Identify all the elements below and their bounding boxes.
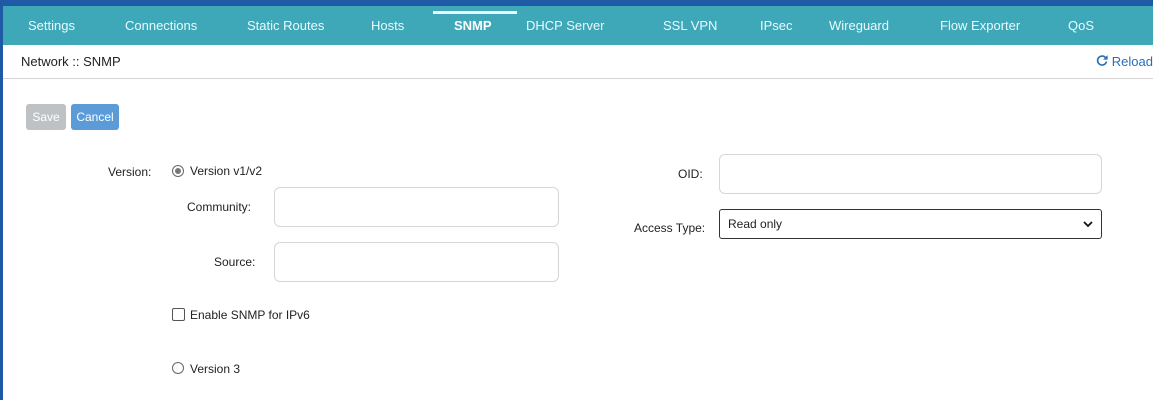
tab-qos[interactable]: QoS <box>1068 6 1094 45</box>
tab-static-routes[interactable]: Static Routes <box>247 6 324 45</box>
tab-hosts[interactable]: Hosts <box>371 6 404 45</box>
save-button[interactable]: Save <box>26 104 66 130</box>
breadcrumb-bar: Network :: SNMP Reload <box>3 45 1153 79</box>
version-v1v2-label: Version v1/v2 <box>190 164 263 178</box>
tab-settings[interactable]: Settings <box>28 6 75 45</box>
tab-wireguard[interactable]: Wireguard <box>829 6 889 45</box>
access-type-select[interactable]: Read only <box>719 209 1102 239</box>
oid-label: OID: <box>678 167 703 181</box>
tab-connections[interactable]: Connections <box>125 6 197 45</box>
oid-input[interactable] <box>719 154 1102 194</box>
reload-label: Reload <box>1111 54 1153 69</box>
version-3-label: Version 3 <box>190 362 241 376</box>
chevron-down-icon <box>1083 221 1093 228</box>
tab-flow-exporter[interactable]: Flow Exporter <box>940 6 1020 45</box>
tab-snmp[interactable]: SNMP <box>454 6 492 45</box>
enable-ipv6-label: Enable SNMP for IPv6 <box>190 308 310 322</box>
cancel-button[interactable]: Cancel <box>71 104 119 130</box>
community-label: Community: <box>187 200 252 214</box>
access-type-value: Read only <box>728 217 783 231</box>
version-label: Version: <box>108 165 152 179</box>
tab-ipsec[interactable]: IPsec <box>760 6 793 45</box>
tab-ssl-vpn[interactable]: SSL VPN <box>663 6 717 45</box>
access-type-label: Access Type: <box>634 221 706 235</box>
version-v1v2-radio[interactable] <box>172 165 184 177</box>
version-3-radio[interactable] <box>172 362 184 374</box>
breadcrumb: Network :: SNMP <box>21 54 121 69</box>
tab-bar: Settings Connections Static Routes Hosts… <box>3 6 1153 45</box>
community-input[interactable] <box>274 187 559 227</box>
tab-dhcp-server[interactable]: DHCP Server <box>526 6 605 45</box>
reload-icon <box>1096 45 1108 78</box>
source-label: Source: <box>214 255 256 269</box>
enable-ipv6-checkbox[interactable] <box>172 308 185 321</box>
source-input[interactable] <box>274 242 559 282</box>
reload-button[interactable]: Reload <box>1096 45 1153 78</box>
